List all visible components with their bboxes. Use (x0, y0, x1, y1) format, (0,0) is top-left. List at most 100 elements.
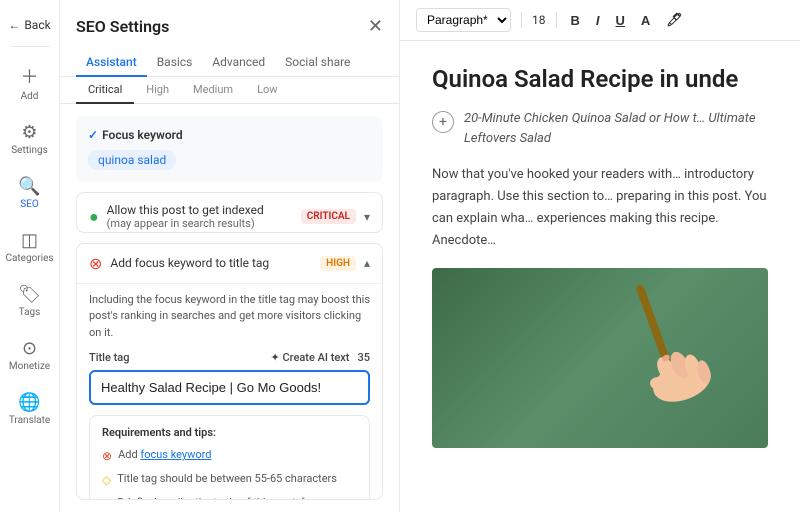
subtab-high[interactable]: High (134, 77, 181, 104)
seo-header: SEO Settings ✕ (60, 0, 399, 37)
tab-basics[interactable]: Basics (147, 49, 203, 77)
requirements-box: Requirements and tips: ⊗ Add focus keywo… (89, 415, 370, 500)
sidebar-item-translate[interactable]: 🌐 Translate (0, 384, 59, 434)
check-sublabel: (may appear in search results) (107, 217, 264, 230)
font-color-icon: A (641, 13, 650, 28)
chevron-up-icon: ▴ (364, 256, 370, 270)
title-tag-label-row: Title tag ✦ Create AI text 35 (89, 351, 370, 364)
info-icon: ◇ (102, 472, 111, 489)
toolbar-separator (521, 12, 522, 28)
sidebar-item-add[interactable]: ＋ Add (0, 55, 59, 110)
req-item-1: ◇ Title tag should be between 55-65 char… (102, 471, 357, 489)
link-button[interactable]: 🖊 (662, 10, 687, 30)
image-placeholder (432, 268, 768, 448)
seo-title: SEO Settings (76, 17, 169, 36)
req-item-0: ⊗ Add focus keyword (102, 447, 357, 465)
req-text-0: Add focus keyword (118, 447, 211, 462)
sidebar-item-label: Add (21, 91, 39, 102)
check-item-index-header[interactable]: ● Allow this post to get indexed (may ap… (77, 193, 382, 233)
suggested-title: 20-Minute Chicken Quinoa Salad or How t…… (464, 109, 768, 148)
italic-button[interactable]: I (592, 11, 604, 30)
editor-area: Paragraph* 18 B I U A 🖊 Quinoa Salad Rec… (400, 0, 800, 512)
sidebar-item-monetize[interactable]: ⊙ Monetize (0, 330, 59, 380)
focus-keyword-box: ✓ Focus keyword quinoa salad (76, 116, 383, 182)
categories-icon: ◫ (21, 230, 38, 251)
sidebar-item-tags[interactable]: 🏷 Tags (0, 276, 59, 326)
left-sidebar: ← Back ＋ Add ⚙ Settings 🔍 SEO ◫ Categori… (0, 0, 60, 512)
check-label: Add focus keyword to title tag (110, 256, 269, 270)
font-color-button[interactable]: A (637, 11, 654, 30)
char-count: 35 (357, 351, 370, 364)
add-content-button[interactable]: + (432, 111, 454, 133)
sidebar-item-label: Tags (19, 307, 41, 318)
title-tag-label: Title tag (89, 351, 129, 364)
check-item-title-tag-header[interactable]: ⊗ Add focus keyword to title tag HIGH ▴ (77, 244, 382, 283)
check-item-index: ● Allow this post to get indexed (may ap… (76, 192, 383, 233)
tab-social-share[interactable]: Social share (275, 49, 360, 77)
check-badge-critical: CRITICAL (301, 209, 356, 224)
subtab-low[interactable]: Low (245, 77, 289, 104)
requirements-title: Requirements and tips: (102, 426, 357, 439)
check-right: HIGH ▴ (320, 256, 370, 271)
check-label: Allow this post to get indexed (107, 203, 264, 217)
subtab-medium[interactable]: Medium (181, 77, 245, 104)
editor-heading[interactable]: Quinoa Salad Recipe in unde (432, 65, 768, 93)
back-label: Back (24, 18, 50, 32)
alert-icon: ⊗ (102, 448, 112, 465)
underline-button[interactable]: U (612, 11, 629, 30)
check-badge-high: HIGH (320, 256, 356, 271)
sidebar-item-label: Translate (9, 415, 50, 426)
sidebar-item-categories[interactable]: ◫ Categories (0, 222, 59, 272)
tab-advanced[interactable]: Advanced (202, 49, 275, 77)
check-right: CRITICAL ▾ (301, 209, 370, 224)
tags-icon: 🏷 (18, 284, 41, 305)
title-tag-actions: ✦ Create AI text 35 (271, 351, 370, 364)
check-item-left: ⊗ Add focus keyword to title tag (89, 254, 269, 273)
monetize-icon: ⊙ (22, 338, 37, 359)
seo-panel: SEO Settings ✕ Assistant Basics Advanced… (60, 0, 400, 512)
close-button[interactable]: ✕ (368, 16, 383, 37)
req-item-2: ◇ Briefly describe the topic of this pos… (102, 495, 357, 500)
settings-icon: ⚙ (21, 122, 37, 143)
panel-content: ✓ Focus keyword quinoa salad ● Allow thi… (60, 104, 399, 512)
subtab-critical[interactable]: Critical (76, 77, 134, 104)
title-tag-input[interactable] (89, 370, 370, 405)
check-item-title-tag-body: Including the focus keyword in the title… (77, 283, 382, 500)
req-text-2: Briefly describe the topic of this post,… (117, 495, 357, 500)
tab-assistant[interactable]: Assistant (76, 49, 147, 77)
create-ai-text-button[interactable]: ✦ Create AI text (271, 351, 350, 364)
sidebar-item-seo[interactable]: 🔍 SEO (0, 168, 59, 218)
sidebar-divider (10, 46, 50, 47)
link-icon: 🖊 (666, 12, 683, 27)
check-red-icon: ⊗ (89, 254, 102, 273)
add-content-row: + 20-Minute Chicken Quinoa Salad or How … (432, 109, 768, 148)
focus-keyword-link[interactable]: focus keyword (140, 448, 211, 461)
keyword-tag[interactable]: quinoa salad (88, 150, 176, 170)
chevron-down-icon: ▾ (364, 210, 370, 224)
sidebar-item-label: Settings (11, 145, 48, 156)
back-button[interactable]: ← Back (0, 12, 59, 38)
editor-image (432, 268, 768, 448)
check-body-text: Including the focus keyword in the title… (89, 284, 370, 342)
tabs-row: Assistant Basics Advanced Social share (60, 37, 399, 77)
check-item-title-tag: ⊗ Add focus keyword to title tag HIGH ▴ … (76, 243, 383, 500)
check-item-left: ● Allow this post to get indexed (may ap… (89, 203, 264, 230)
check-green-icon: ● (89, 207, 99, 227)
sidebar-item-settings[interactable]: ⚙ Settings (0, 114, 59, 164)
checkmark-icon: ✓ (88, 128, 98, 142)
editor-toolbar: Paragraph* 18 B I U A 🖊 (400, 0, 800, 41)
bold-button[interactable]: B (567, 11, 584, 30)
subtabs-row: Critical High Medium Low (60, 77, 399, 104)
recipe-image-svg (572, 272, 752, 432)
seo-icon: 🔍 (18, 176, 40, 197)
translate-icon: 🌐 (18, 392, 40, 413)
editor-content: Quinoa Salad Recipe in unde + 20-Minute … (400, 41, 800, 512)
font-size-display: 18 (532, 13, 546, 27)
toolbar-separator-2 (556, 12, 557, 28)
paragraph-select[interactable]: Paragraph* (416, 8, 511, 32)
editor-paragraph[interactable]: Now that you've hooked your readers with… (432, 164, 768, 252)
sidebar-item-label: Monetize (9, 361, 50, 372)
check-label-group: Allow this post to get indexed (may appe… (107, 203, 264, 230)
add-icon: ＋ (21, 63, 39, 89)
focus-keyword-label: ✓ Focus keyword (88, 128, 371, 142)
